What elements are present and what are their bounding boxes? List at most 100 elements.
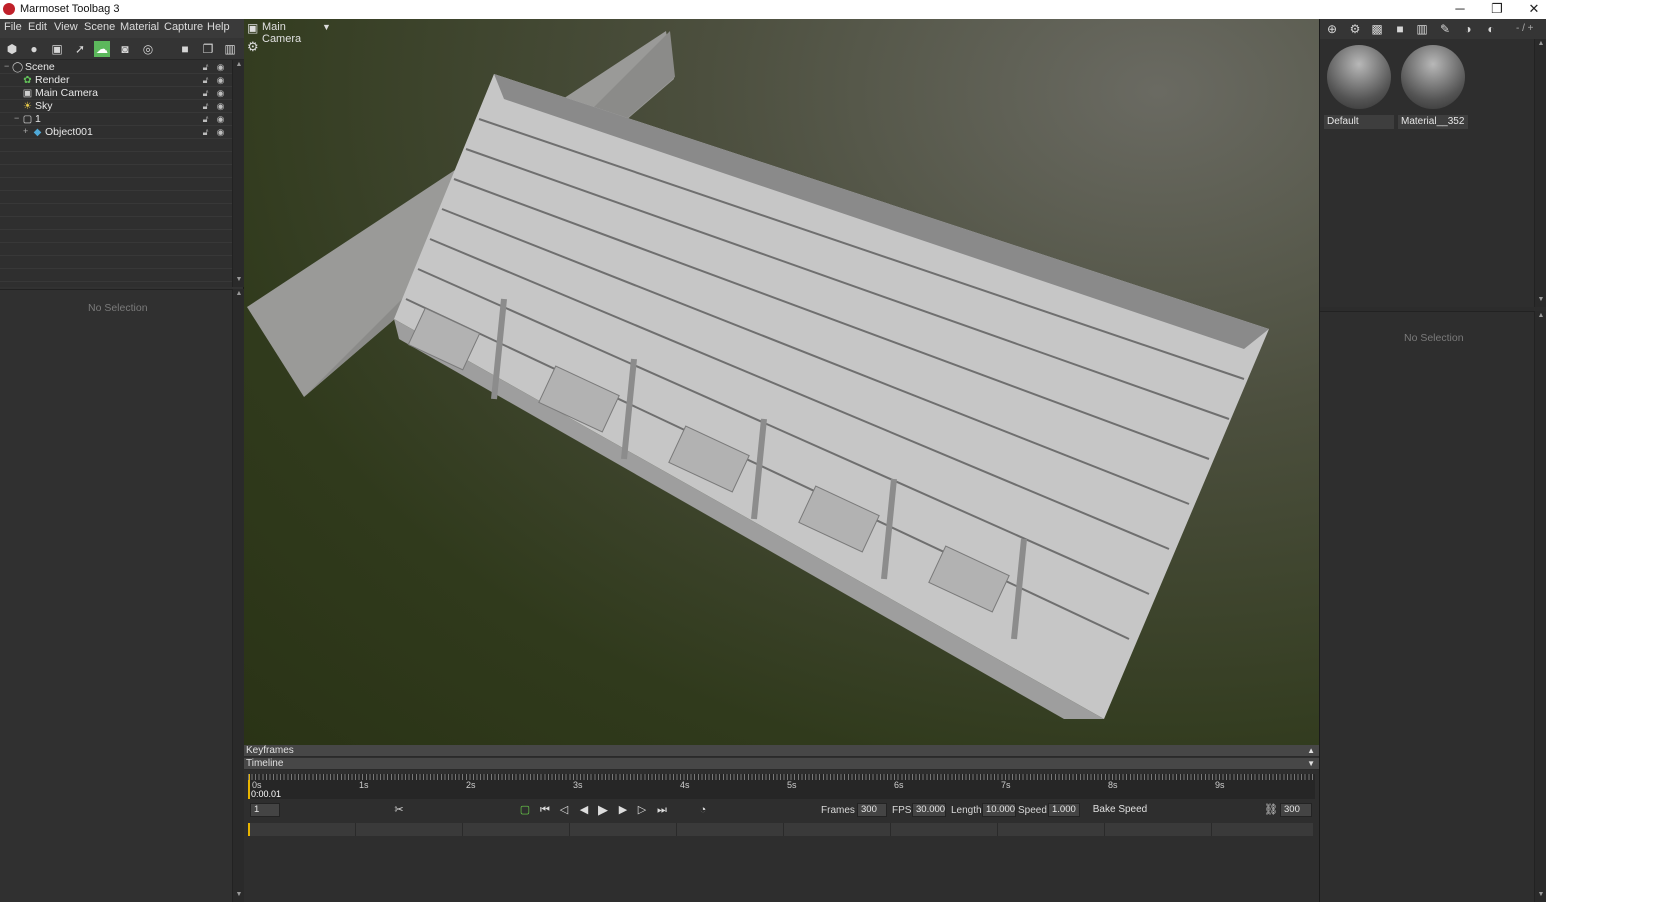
end-frame-field[interactable]: 300 — [1280, 803, 1312, 817]
render-icon: ✿ — [23, 75, 32, 86]
timeline-header[interactable]: Timeline ▼ — [244, 758, 1319, 770]
material-properties-scrollbar[interactable]: ▲ ▼ — [1534, 311, 1546, 902]
tree-scrollbar[interactable]: ▲ ▼ — [232, 60, 244, 287]
left-panel: File Edit View Scene Material Capture He… — [0, 19, 244, 902]
tree-row-main-camera[interactable]: ▣ Main Camera 🔓︎ ◉ — [0, 87, 232, 100]
lock-icon[interactable]: 🔓︎ — [200, 75, 211, 86]
add-object-icon[interactable]: ⬢ — [4, 41, 20, 57]
menu-capture[interactable]: Capture — [164, 21, 203, 33]
add-material-icon[interactable]: ⊕ — [1324, 21, 1340, 37]
lock-icon[interactable]: 🔓︎ — [200, 62, 211, 73]
menu-scene[interactable]: Scene — [84, 21, 115, 33]
folder-icon[interactable]: ■ — [1392, 21, 1408, 37]
frame-field[interactable]: 1 — [250, 803, 280, 817]
tree-empty-row — [0, 204, 232, 217]
length-field[interactable]: 10.000 — [982, 803, 1016, 817]
material-item-default[interactable]: Default — [1324, 43, 1394, 131]
add-camera-icon[interactable]: ▣ — [49, 41, 65, 57]
minimize-button[interactable]: ─ — [1440, 0, 1480, 19]
second-label: 7s — [1001, 780, 1011, 790]
3d-viewport[interactable]: ▣ Main Camera ▼ ⚙ — [244, 19, 1319, 745]
eye-icon[interactable]: ◉ — [215, 127, 226, 138]
add-shadow-catcher-icon[interactable]: ◙ — [117, 41, 133, 57]
lock-icon[interactable]: 🔓︎ — [200, 127, 211, 138]
menu-material[interactable]: Material — [120, 21, 159, 33]
trim-icon[interactable]: ✂ — [392, 803, 406, 817]
eye-icon[interactable]: ◉ — [215, 114, 226, 125]
skip-end-icon[interactable]: ⏭ — [655, 803, 669, 817]
close-button[interactable]: ✕ — [1514, 0, 1554, 19]
lock-icon[interactable]: 🔓︎ — [200, 101, 211, 112]
loop-icon[interactable]: ▢ — [518, 803, 532, 817]
step-back-icon[interactable]: ◀ — [577, 803, 591, 817]
material-preview-sphere — [1327, 45, 1391, 109]
checker-icon[interactable]: ▩ — [1369, 21, 1385, 37]
tree-label: 1 — [35, 113, 41, 125]
delete-icon[interactable]: ▥ — [1414, 21, 1430, 37]
material-scrollbar[interactable]: ▲ ▼ — [1534, 39, 1546, 307]
skip-start-icon[interactable]: ⏮ — [538, 803, 552, 817]
tree-row-scene[interactable]: − ◯ Scene 🔓︎ ◉ — [0, 61, 232, 74]
tree-label: Object001 — [45, 126, 93, 138]
picker-icon[interactable]: ✎ — [1437, 21, 1453, 37]
tree-empty-row — [0, 269, 232, 282]
add-sky-icon[interactable]: ☁ — [94, 41, 110, 57]
menu-view[interactable]: View — [54, 21, 78, 33]
keyframes-header[interactable]: Keyframes ▲ — [244, 745, 1319, 757]
tree-row-sky[interactable]: ☀ Sky 🔓︎ ◉ — [0, 100, 232, 113]
page-indicator[interactable]: - / + — [1516, 23, 1534, 34]
tree-row-group[interactable]: − ▢ 1 🔓︎ ◉ — [0, 113, 232, 126]
tree-row-object001[interactable]: + ◆ Object001 🔓︎ ◉ — [0, 126, 232, 139]
add-turntable-icon[interactable]: ➚ — [72, 41, 88, 57]
export-icon[interactable]: ◐ — [1483, 21, 1499, 37]
material-settings-icon[interactable]: ⚙ — [1347, 21, 1363, 37]
collapse-icon[interactable]: − — [14, 113, 19, 123]
tree-row-render[interactable]: ✿ Render 🔓︎ ◉ — [0, 74, 232, 87]
material-properties: No Selection — [1320, 311, 1546, 902]
collapse-icon[interactable]: − — [4, 61, 9, 71]
next-key-icon[interactable]: ▷ — [635, 803, 649, 817]
eye-icon[interactable]: ◉ — [215, 88, 226, 99]
speed-dial-icon[interactable]: ◔ — [696, 803, 710, 817]
keyframe-track[interactable] — [248, 823, 1313, 836]
link-icon[interactable]: ⛓ — [1264, 803, 1278, 817]
step-forward-icon[interactable]: ▶ — [616, 803, 630, 817]
menu-help[interactable]: Help — [207, 21, 230, 33]
bake-speed-button[interactable]: Bake Speed — [1090, 803, 1150, 817]
scene-tree: − ◯ Scene 🔓︎ ◉ ✿ Render 🔓︎ ◉ ▣ Main Came… — [0, 60, 232, 287]
lock-icon[interactable]: 🔓︎ — [200, 88, 211, 99]
second-label: 5s — [787, 780, 797, 790]
duplicate-icon[interactable]: ❐ — [200, 41, 216, 57]
eye-icon[interactable]: ◉ — [215, 75, 226, 86]
delete-icon[interactable]: ▥ — [222, 41, 238, 57]
timeline-ruler[interactable]: 0s 1s 2s 3s 4s 5s 6s 7s 8s 9s 0:00.01 — [248, 774, 1315, 799]
play-icon[interactable]: ▶ — [596, 803, 610, 817]
folder-icon[interactable]: ■ — [177, 41, 193, 57]
menu-edit[interactable]: Edit — [28, 21, 47, 33]
scene-icon: ◯ — [12, 62, 24, 73]
expand-icon[interactable]: ▲ — [1307, 745, 1315, 757]
assign-icon[interactable]: ◑ — [1460, 21, 1476, 37]
properties-scrollbar[interactable]: ▲ ▼ — [232, 289, 244, 902]
add-light-icon[interactable]: ● — [26, 41, 42, 57]
eye-icon[interactable]: ◉ — [215, 62, 226, 73]
animation-panel: Keyframes ▲ Timeline ▼ 0s 1s 2s 3s 4s 5s… — [244, 745, 1319, 902]
menu-file[interactable]: File — [4, 21, 22, 33]
second-label: 3s — [573, 780, 583, 790]
collapse-icon[interactable]: ▼ — [1307, 758, 1315, 770]
eye-icon[interactable]: ◉ — [215, 101, 226, 112]
material-label: Default — [1324, 115, 1394, 129]
material-item-material-352[interactable]: Material__352 — [1398, 43, 1468, 131]
restore-button[interactable]: ❐ — [1477, 0, 1517, 19]
fps-field[interactable]: 30.000 — [912, 803, 946, 817]
prev-key-icon[interactable]: ◁ — [557, 803, 571, 817]
add-fog-icon[interactable]: ◎ — [140, 41, 156, 57]
speed-field[interactable]: 1.000 — [1048, 803, 1080, 817]
app-icon — [3, 3, 15, 15]
lock-icon[interactable]: 🔓︎ — [200, 114, 211, 125]
speed-label: Speed — [1018, 805, 1047, 816]
expand-icon[interactable]: + — [23, 126, 28, 136]
sky-icon: ☀ — [23, 101, 32, 112]
frames-field[interactable]: 300 — [857, 803, 887, 817]
track-divider — [997, 823, 998, 836]
